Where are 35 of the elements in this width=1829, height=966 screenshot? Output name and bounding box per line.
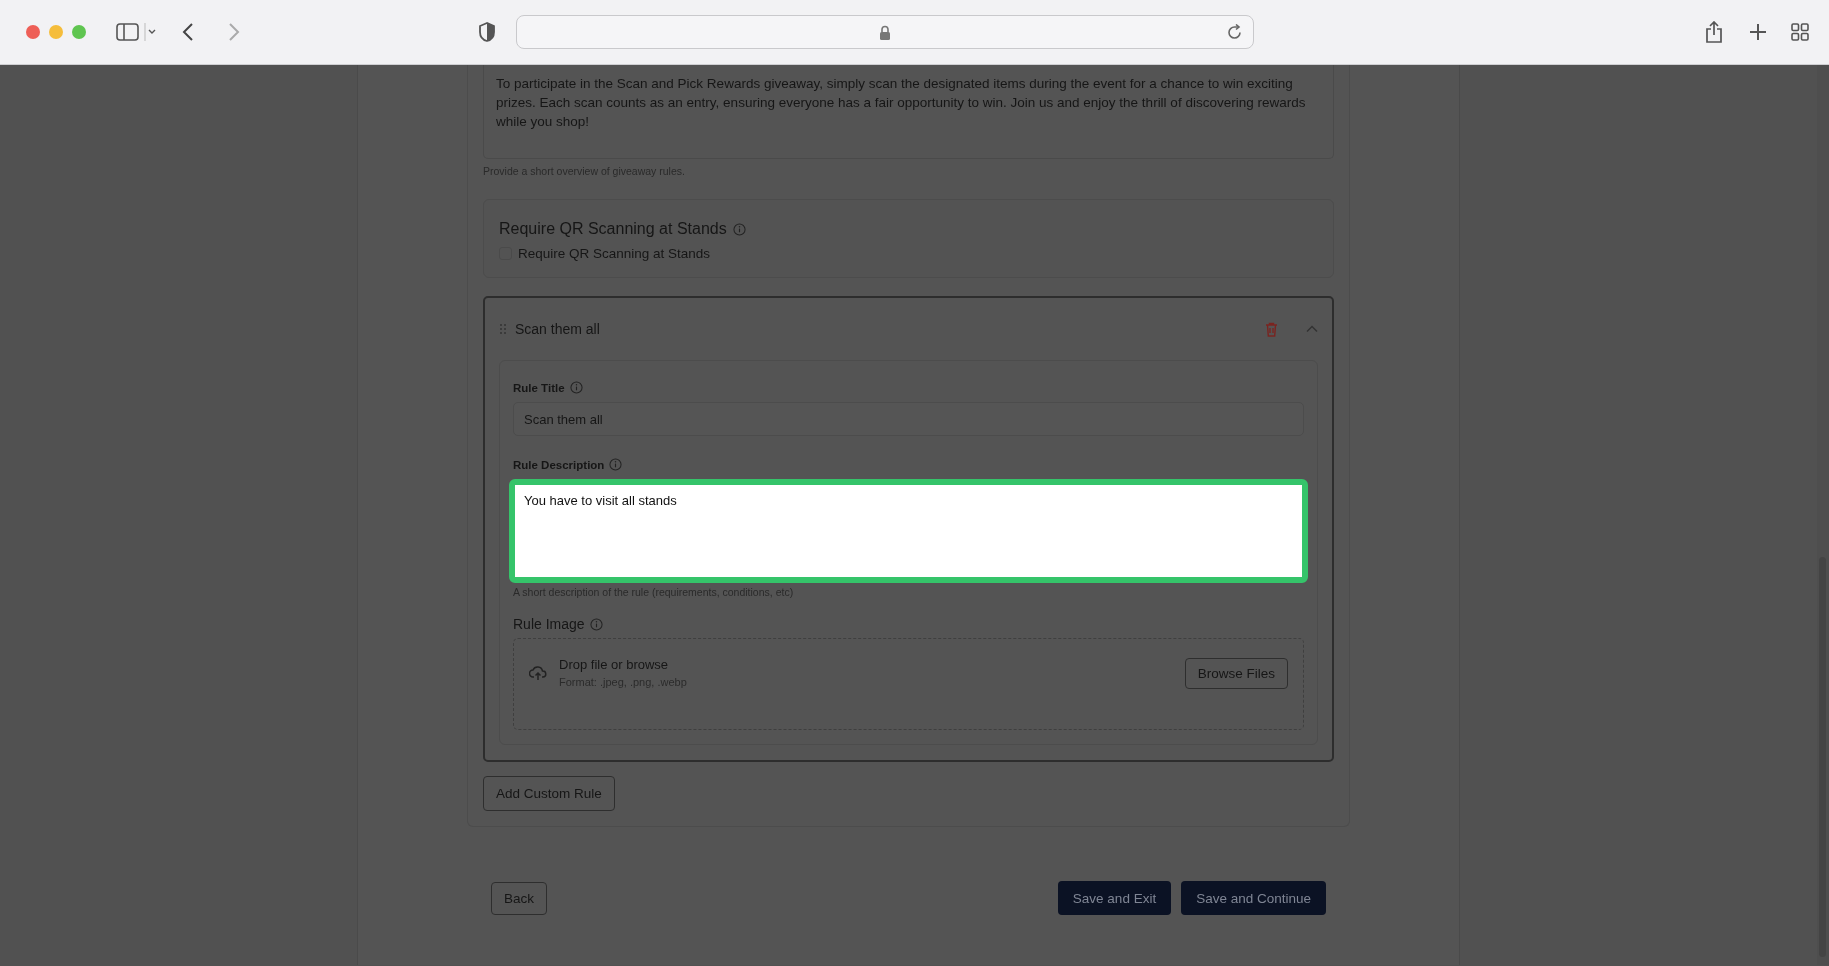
close-window-icon[interactable] (26, 25, 40, 39)
back-icon[interactable] (182, 22, 194, 42)
browse-files-button[interactable]: Browse Files (1184, 658, 1288, 689)
cloud-upload-icon (529, 665, 547, 681)
lock-icon (879, 24, 891, 40)
description-field[interactable]: To participate in the Scan and Pick Rewards giveaway, simply scan the designated items during the event for a chance to win exciting prizes. Each scan counts as an entry, ensuring everyone has a fair opportunity to win. Join us and enjoy the thrill of discovering rewards while you shop! (483, 65, 1334, 159)
zoom-window-icon[interactable] (72, 25, 86, 39)
rule-title-field[interactable]: Scan them all (513, 402, 1304, 436)
drag-handle-icon[interactable] (499, 323, 507, 335)
info-icon (589, 617, 603, 631)
rule-description-field[interactable]: You have to visit all stands (509, 479, 1308, 583)
caret-icon[interactable] (1306, 325, 1318, 333)
field-label: Rule Description (513, 458, 605, 471)
trash-icon[interactable] (1265, 321, 1278, 337)
field-label: Rule Title (513, 381, 565, 394)
reload-icon[interactable] (1226, 24, 1243, 41)
dropzone-text: Drop file or browse (559, 657, 670, 672)
add-rule-button[interactable]: Add Custom Rule (483, 776, 615, 811)
shield-icon[interactable] (478, 22, 496, 42)
info-icon (732, 222, 746, 236)
primary-button[interactable]: Save and Continue (1181, 881, 1326, 915)
info-icon (569, 381, 583, 394)
share-icon[interactable] (1705, 21, 1723, 43)
info-icon (609, 458, 623, 471)
sidebar-icon[interactable] (116, 22, 156, 42)
minimize-window-icon[interactable] (49, 25, 63, 39)
tabs-overview-icon[interactable] (1791, 23, 1809, 41)
forward-icon[interactable] (228, 22, 240, 42)
rule-title: Scan them all (515, 321, 601, 337)
back-button[interactable]: Back (491, 881, 547, 915)
primary-button[interactable]: Save and Exit (1057, 881, 1172, 915)
field-label: Rule Image (513, 616, 585, 632)
checkbox-label: Require QR Scanning at Stands (518, 246, 711, 261)
plus-icon[interactable] (1749, 23, 1767, 41)
section-title: Require QR Scanning at Stands (499, 220, 727, 238)
